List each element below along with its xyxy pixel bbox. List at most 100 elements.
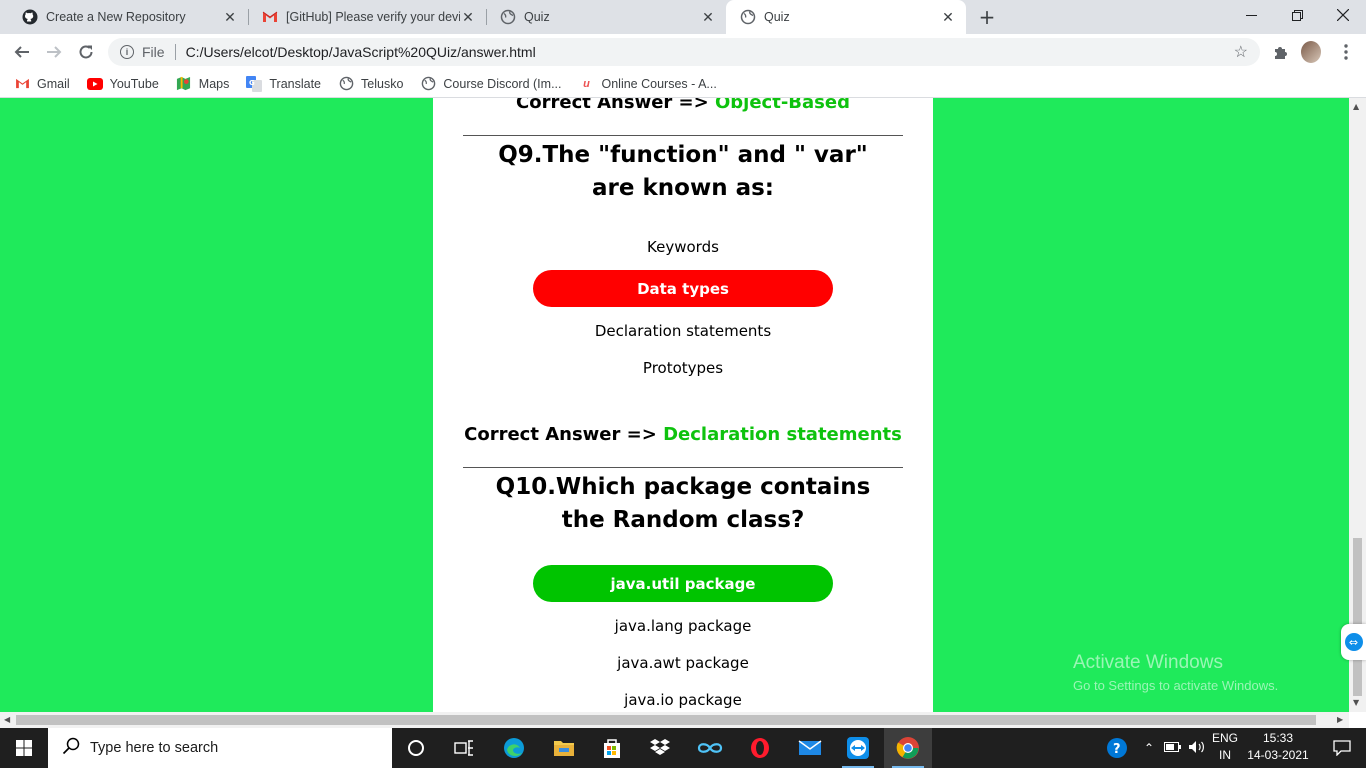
bookmarks-bar: Gmail YouTube Maps G Translate Telusko C… [0,70,1366,98]
forward-icon[interactable] [40,38,68,66]
folder-icon [554,741,574,756]
bookmark-label: Course Discord (Im... [443,76,562,91]
notifications-button[interactable] [1318,728,1366,768]
menu-icon[interactable] [1336,42,1356,62]
bookmark-label: Gmail [37,76,70,91]
gmail-icon [14,76,30,92]
q9-option-4[interactable]: Prototypes [533,349,833,386]
bookmark-maps[interactable]: Maps [176,76,230,92]
clock-date: 14-03-2021 [1247,748,1309,762]
address-scheme: File [142,44,165,60]
page-viewport: Correct Answer => Object-Based Q9.The "f… [0,98,1349,712]
tab-quiz-1[interactable]: Quiz ✕ [486,0,726,34]
horizontal-scrollbar[interactable]: ◀ ▶ [0,712,1349,728]
tab-title: Create a New Repository [46,10,186,24]
tab-title: Quiz [764,10,790,24]
q10-option-3[interactable]: java.awt package [533,644,833,681]
previous-correct-answer: Correct Answer => Object-Based [433,98,933,113]
q10-option-4[interactable]: java.io package [533,681,833,712]
bookmark-translate[interactable]: G Translate [246,75,321,92]
q10-option-1-selected-correct[interactable]: java.util package [533,565,833,602]
profile-avatar[interactable] [1301,41,1321,63]
dropbox-app[interactable] [636,728,684,768]
close-icon[interactable]: ✕ [222,9,238,25]
scroll-up-icon[interactable]: ▲ [1353,102,1359,111]
bookmark-star-icon[interactable]: ☆ [1234,42,1248,62]
watermark-title: Activate Windows [1073,652,1223,673]
edge-icon [504,738,524,758]
chrome-icon [896,737,919,759]
language-indicator[interactable]: ENG IN [1210,730,1240,764]
bookmark-telusko[interactable]: Telusko [338,76,403,92]
answer-prefix: Correct Answer => [464,424,664,445]
minimize-button[interactable] [1228,0,1274,30]
q9-option-3[interactable]: Declaration statements [533,312,833,349]
restore-button[interactable] [1274,0,1320,30]
bookmark-online-courses[interactable]: u Online Courses - A... [579,76,717,92]
vertical-scrollbar[interactable]: ▲ ▼ [1349,98,1366,712]
svg-text:G: G [249,79,255,87]
help-icon[interactable]: ? [1104,735,1130,761]
store-icon [604,739,620,758]
new-tab-button[interactable]: + [975,5,999,29]
horizontal-scroll-thumb[interactable] [16,715,1316,725]
globe-icon [338,76,354,92]
bookmark-youtube[interactable]: YouTube [86,76,159,92]
scroll-right-icon[interactable]: ▶ [1337,715,1343,724]
close-window-button[interactable] [1320,0,1366,30]
volume-icon[interactable] [1188,740,1206,757]
chevron-up-icon[interactable]: ⌃ [1144,741,1154,755]
q9-option-1[interactable]: Keywords [533,228,833,265]
svg-text:?: ? [1113,742,1121,757]
battery-icon[interactable] [1164,741,1182,755]
opera-app[interactable] [736,728,784,768]
teamviewer-widget[interactable]: ⇔ [1341,624,1366,660]
close-icon[interactable]: ✕ [940,9,956,25]
bookmark-course-discord[interactable]: Course Discord (Im... [420,76,562,92]
extensions-icon[interactable] [1270,42,1290,62]
task-view-button[interactable] [440,728,488,768]
youtube-icon [86,76,103,92]
bookmark-label: Maps [198,76,230,91]
q9-option-2-selected-wrong[interactable]: Data types [533,270,833,307]
mail-app[interactable] [786,728,834,768]
store-app[interactable] [588,728,636,768]
taskbar-clock[interactable]: 15:33 14-03-2021 [1246,730,1310,764]
question-10-title: Q10.Which package contains the Random cl… [495,474,871,533]
start-button[interactable] [0,728,48,768]
close-icon[interactable]: ✕ [700,9,716,25]
cortana-button[interactable] [392,728,440,768]
chrome-app[interactable] [884,728,932,768]
tab-create-repository[interactable]: Create a New Repository ✕ [8,0,248,34]
back-icon[interactable] [8,38,36,66]
scroll-down-icon[interactable]: ▼ [1353,698,1359,707]
language-region: IN [1219,748,1231,762]
address-url[interactable]: C:/Users/elcot/Desktop/JavaScript%20QUiz… [186,44,536,60]
close-icon[interactable]: ✕ [460,9,476,25]
udemy-icon: u [583,77,590,90]
tab-quiz-active[interactable]: Quiz ✕ [726,0,966,34]
teamviewer-app[interactable] [834,728,882,768]
watermark-subtitle: Go to Settings to activate Windows. [1073,678,1279,693]
file-explorer-app[interactable] [540,728,588,768]
dropbox-icon [650,739,670,755]
bookmark-label: Telusko [361,76,404,91]
tab-github-verify[interactable]: [GitHub] Please verify your device ✕ [248,0,486,34]
github-icon [22,9,38,25]
bookmark-gmail[interactable]: Gmail [14,76,70,92]
vertical-scroll-thumb[interactable] [1353,538,1362,696]
info-icon[interactable]: i [120,45,134,59]
search-placeholder: Type here to search [90,740,219,756]
reload-icon[interactable] [72,38,100,66]
q10-option-2[interactable]: java.lang package [533,607,833,644]
answer-value: Object-Based [714,98,850,113]
edge-app[interactable] [490,728,538,768]
infinity-app[interactable] [686,728,734,768]
tab-title: Quiz [524,10,550,24]
activate-windows-watermark: Activate Windows Go to Settings to activ… [1073,652,1278,693]
taskbar-search-box[interactable]: Type here to search [48,728,392,768]
task-view-icon [454,740,473,756]
address-bar[interactable]: i File C:/Users/elcot/Desktop/JavaScript… [108,38,1260,66]
answer-prefix: Correct Answer => [516,98,715,113]
scroll-left-icon[interactable]: ◀ [4,715,10,724]
